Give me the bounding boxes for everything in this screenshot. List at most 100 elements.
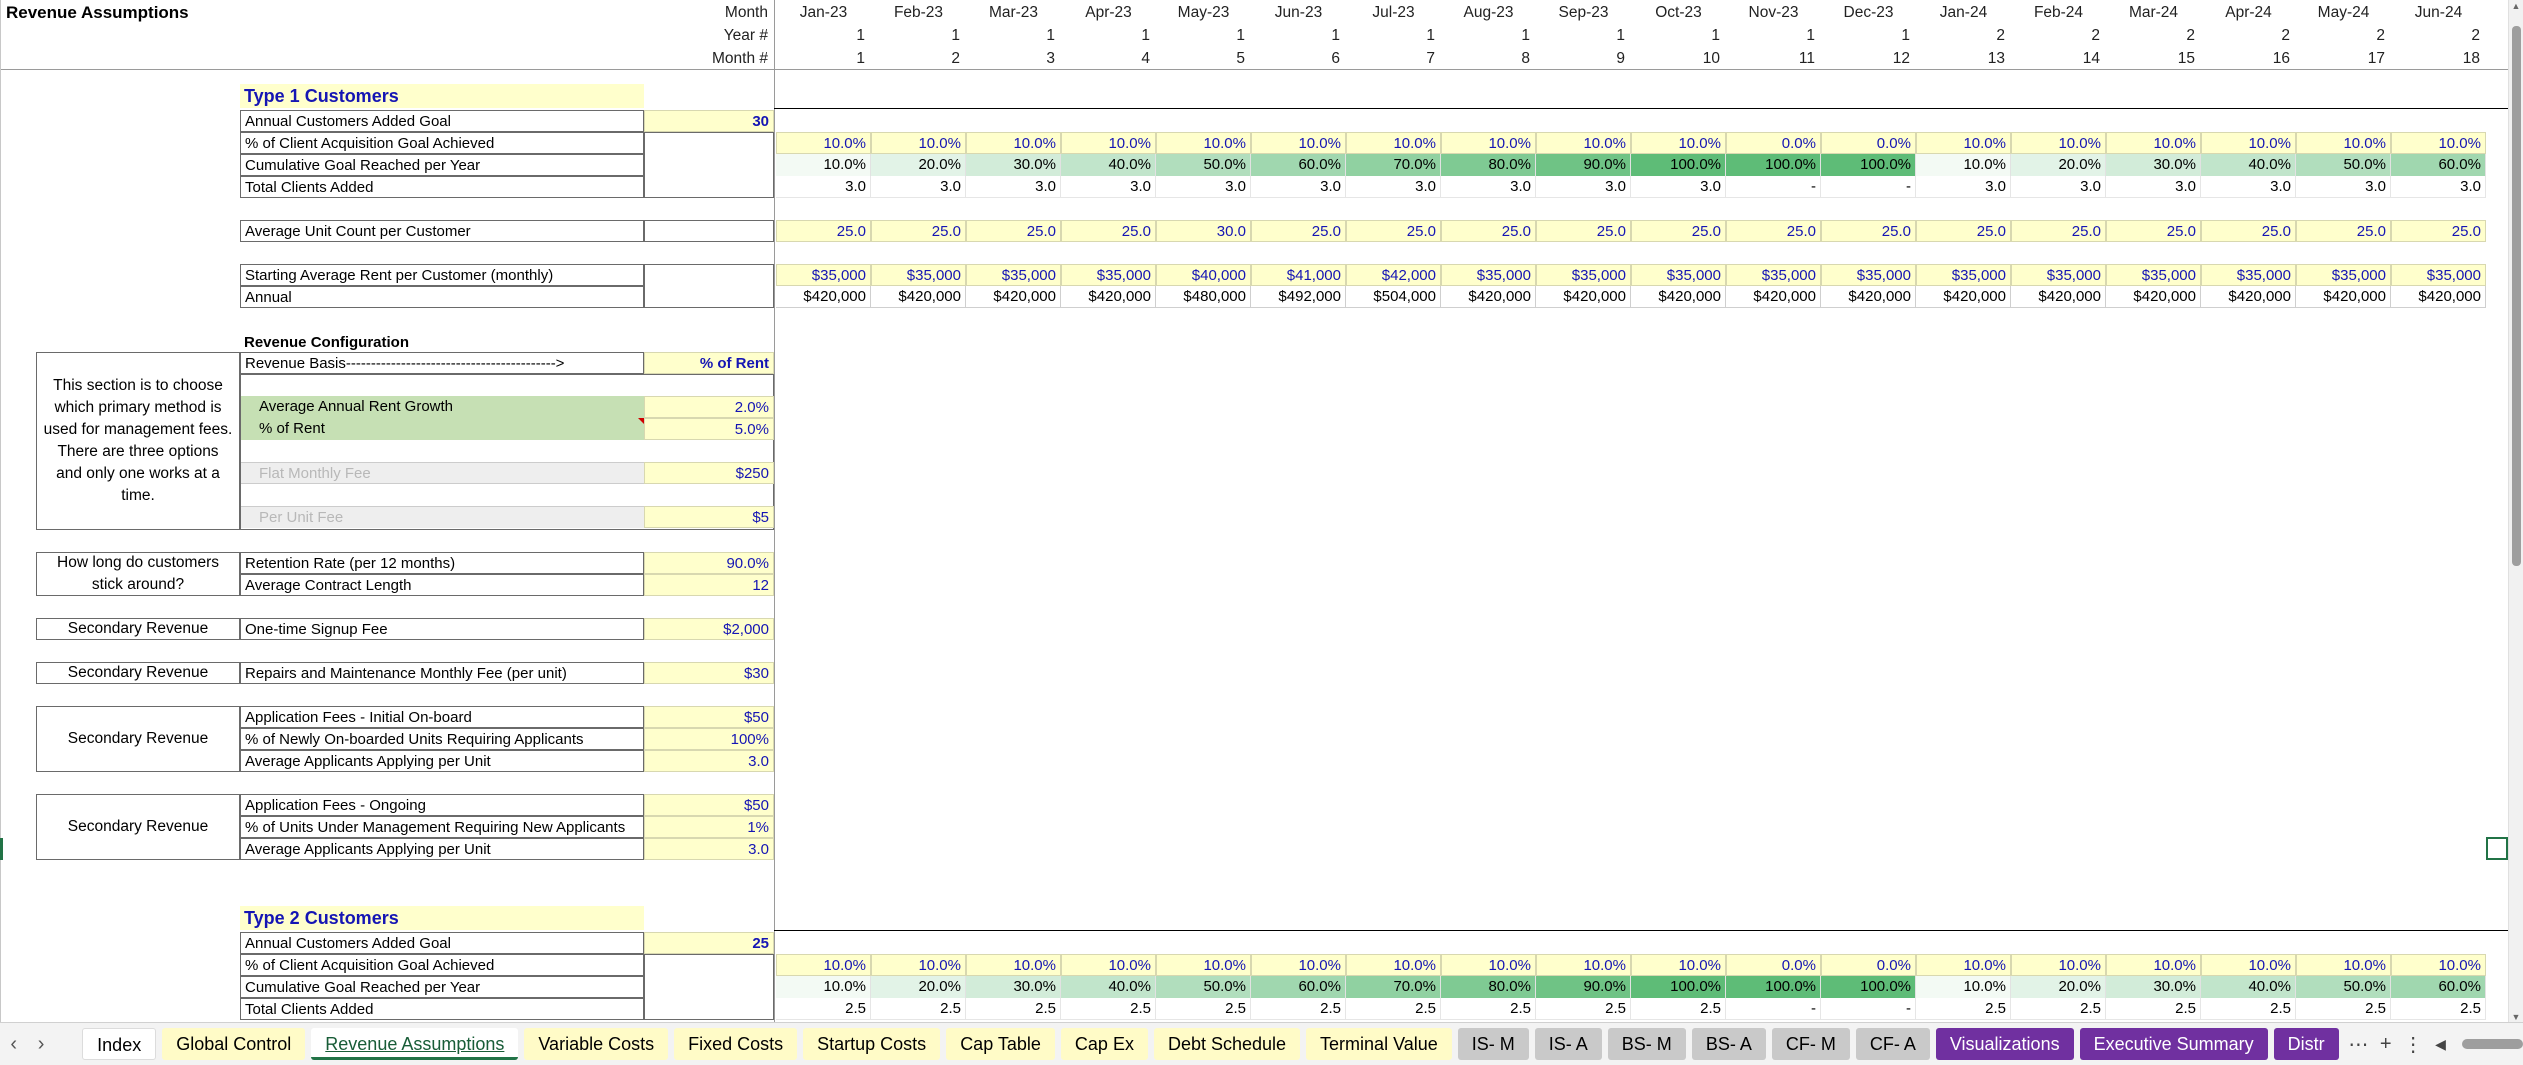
vertical-scroll-thumb[interactable]: [2512, 26, 2521, 566]
rent-input[interactable]: $35,000: [1631, 264, 1726, 286]
sheet-tab[interactable]: Debt Schedule: [1153, 1028, 1301, 1060]
repairs-value[interactable]: $30: [644, 662, 774, 684]
app2c-value[interactable]: 3.0: [644, 838, 774, 860]
unit-count-input[interactable]: 25.0: [1346, 220, 1441, 242]
add-sheet-icon[interactable]: +: [2372, 1033, 2399, 1056]
contract-value[interactable]: 12: [644, 574, 774, 596]
pct-goal-input[interactable]: 10.0%: [2296, 132, 2391, 154]
rent-input[interactable]: $40,000: [1156, 264, 1251, 286]
retention-value[interactable]: 90.0%: [644, 552, 774, 574]
pct-goal-input[interactable]: 10.0%: [2201, 954, 2296, 976]
app1b-value[interactable]: 100%: [644, 728, 774, 750]
unit-count-input[interactable]: 25.0: [871, 220, 966, 242]
rent-input[interactable]: $35,000: [2391, 264, 2486, 286]
spreadsheet-grid[interactable]: Revenue Assumptions Month Year # Month #…: [0, 0, 2508, 1022]
pct-goal-input[interactable]: 10.0%: [2296, 954, 2391, 976]
unit-count-input[interactable]: 25.0: [1631, 220, 1726, 242]
unit-count-input[interactable]: 30.0: [1156, 220, 1251, 242]
pct-goal-input[interactable]: 10.0%: [1061, 132, 1156, 154]
rent-input[interactable]: $35,000: [1536, 264, 1631, 286]
scroll-left-icon[interactable]: ◀: [2427, 1036, 2454, 1053]
pct-goal-input[interactable]: 10.0%: [1441, 954, 1536, 976]
pct-goal-input[interactable]: 10.0%: [1251, 132, 1346, 154]
vertical-scrollbar[interactable]: ▲ ▼: [2508, 0, 2523, 1022]
sheet-tab[interactable]: Distr: [2273, 1028, 2339, 1060]
sheet-tab[interactable]: CF- M: [1771, 1028, 1850, 1060]
rent-input[interactable]: $35,000: [2011, 264, 2106, 286]
pct-goal-input[interactable]: 10.0%: [1916, 954, 2011, 976]
pct-goal-input[interactable]: 10.0%: [871, 132, 966, 154]
sheet-tab[interactable]: Revenue Assumptions: [311, 1028, 519, 1060]
pct-goal-input[interactable]: 10.0%: [1346, 132, 1441, 154]
app1-value[interactable]: $50: [644, 706, 774, 728]
growth-value[interactable]: 2.0%: [644, 396, 774, 418]
horizontal-scroll-thumb[interactable]: [2462, 1039, 2523, 1049]
sheet-tab[interactable]: Global Control: [162, 1028, 306, 1060]
sheet-tab[interactable]: Executive Summary: [2079, 1028, 2268, 1060]
rent-input[interactable]: $35,000: [1061, 264, 1156, 286]
sheet-tab[interactable]: IS- A: [1534, 1028, 1602, 1060]
unit-count-input[interactable]: 25.0: [2296, 220, 2391, 242]
rent-input[interactable]: $35,000: [776, 264, 871, 286]
rent-input[interactable]: $35,000: [1821, 264, 1916, 286]
unit-count-input[interactable]: 25.0: [1441, 220, 1536, 242]
pct-goal-input[interactable]: 10.0%: [2106, 132, 2201, 154]
pct-goal-input[interactable]: 0.0%: [1821, 954, 1916, 976]
pct-goal-input[interactable]: 10.0%: [2011, 132, 2106, 154]
unit-count-input[interactable]: 25.0: [2201, 220, 2296, 242]
sheet-tab[interactable]: Cap Table: [946, 1028, 1055, 1060]
scroll-up-icon[interactable]: ▲: [2509, 0, 2523, 12]
pct-goal-input[interactable]: 10.0%: [1536, 132, 1631, 154]
app2b-value[interactable]: 1%: [644, 816, 774, 838]
pct-goal-input[interactable]: 10.0%: [966, 954, 1061, 976]
pct-goal-input[interactable]: 10.0%: [1061, 954, 1156, 976]
rent-input[interactable]: $35,000: [2201, 264, 2296, 286]
pct-goal-input[interactable]: 10.0%: [1346, 954, 1441, 976]
pct-goal-input[interactable]: 10.0%: [1251, 954, 1346, 976]
unit-count-input[interactable]: 25.0: [1251, 220, 1346, 242]
signup-value[interactable]: $2,000: [644, 618, 774, 640]
sheet-tab[interactable]: Cap Ex: [1060, 1028, 1148, 1060]
sheet-tab[interactable]: BS- M: [1607, 1028, 1686, 1060]
type2-goal-value[interactable]: 25: [644, 932, 774, 954]
scroll-down-icon[interactable]: ▼: [2509, 1012, 2523, 1022]
pct-goal-input[interactable]: 10.0%: [1916, 132, 2011, 154]
unit-count-input[interactable]: 25.0: [1536, 220, 1631, 242]
next-sheet-icon[interactable]: ›: [27, 1033, 54, 1056]
sheet-tab[interactable]: Visualizations: [1935, 1028, 2074, 1060]
sheet-tab[interactable]: IS- M: [1457, 1028, 1529, 1060]
pct-goal-input[interactable]: 0.0%: [1821, 132, 1916, 154]
app1c-value[interactable]: 3.0: [644, 750, 774, 772]
unit-count-input[interactable]: 25.0: [1821, 220, 1916, 242]
sheet-tab[interactable]: Fixed Costs: [674, 1028, 798, 1060]
pct-goal-input[interactable]: 0.0%: [1726, 132, 1821, 154]
flat-value[interactable]: $250: [644, 462, 774, 484]
sheet-tab[interactable]: Variable Costs: [524, 1028, 669, 1060]
rent-input[interactable]: $35,000: [1441, 264, 1536, 286]
pct-goal-input[interactable]: 10.0%: [2201, 132, 2296, 154]
unit-count-input[interactable]: 25.0: [776, 220, 871, 242]
type1-goal-value[interactable]: 30: [644, 110, 774, 132]
rent-input[interactable]: $42,000: [1346, 264, 1441, 286]
sheet-tab[interactable]: Startup Costs: [803, 1028, 941, 1060]
more-sheets-icon[interactable]: ⋯: [2345, 1032, 2372, 1057]
sheet-tab[interactable]: CF- A: [1855, 1028, 1930, 1060]
pct-goal-input[interactable]: 10.0%: [1536, 954, 1631, 976]
pct-goal-input[interactable]: 10.0%: [2391, 954, 2486, 976]
rent-input[interactable]: $35,000: [2106, 264, 2201, 286]
rent-input[interactable]: $35,000: [871, 264, 966, 286]
pct-goal-input[interactable]: 10.0%: [1156, 132, 1251, 154]
pct-goal-input[interactable]: 10.0%: [1631, 132, 1726, 154]
unit-count-input[interactable]: 25.0: [2391, 220, 2486, 242]
rent-input[interactable]: $41,000: [1251, 264, 1346, 286]
sheet-tab[interactable]: BS- A: [1691, 1028, 1766, 1060]
unit-count-input[interactable]: 25.0: [1916, 220, 2011, 242]
pct-goal-input[interactable]: 10.0%: [966, 132, 1061, 154]
pct-goal-input[interactable]: 10.0%: [776, 954, 871, 976]
pct-goal-input[interactable]: 10.0%: [1156, 954, 1251, 976]
pct-goal-input[interactable]: 10.0%: [871, 954, 966, 976]
unit-count-input[interactable]: 25.0: [1726, 220, 1821, 242]
rent-input[interactable]: $35,000: [2296, 264, 2391, 286]
rent-input[interactable]: $35,000: [1916, 264, 2011, 286]
app2-value[interactable]: $50: [644, 794, 774, 816]
